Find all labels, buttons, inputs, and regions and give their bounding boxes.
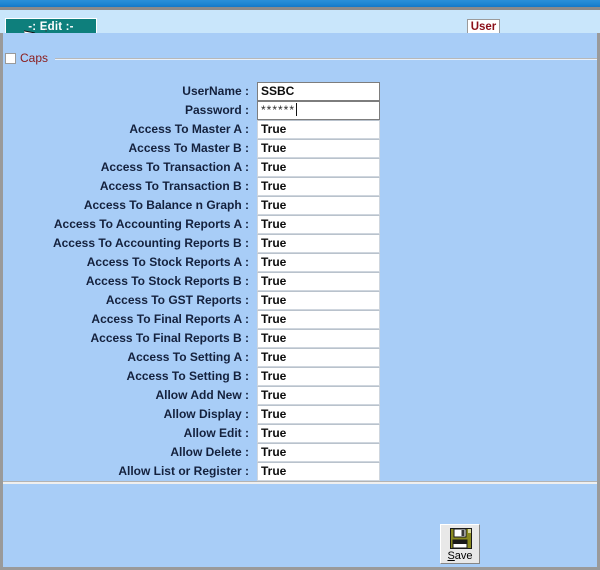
field-label: Access To Transaction B :: [99, 179, 249, 193]
field-value[interactable]: True: [257, 329, 380, 348]
form-row: Allow List or Register : True: [3, 462, 597, 481]
text-caret: [296, 103, 298, 116]
window-titlebar: [0, 0, 600, 7]
caps-group-header: Caps: [3, 49, 597, 71]
form-row: Allow Edit : True: [3, 424, 597, 443]
field-label: Access To Accounting Reports B :: [52, 236, 249, 250]
field-value[interactable]: True: [257, 139, 380, 158]
field-label: Access To Balance n Graph :: [83, 198, 249, 212]
password-field[interactable]: ******: [257, 101, 380, 120]
form-row: UserName : SSBC: [3, 82, 597, 101]
field-value[interactable]: True: [257, 177, 380, 196]
form-row: Password : ******: [3, 101, 597, 120]
group-separator: [55, 58, 597, 60]
field-value[interactable]: True: [257, 367, 380, 386]
tab-strip: -: Edit :- User: [0, 10, 600, 37]
form-row: Allow Add New : True: [3, 386, 597, 405]
form-row: Access To Stock Reports B : True: [3, 272, 597, 291]
save-button-label: Save: [441, 550, 479, 562]
floppy-disk-icon: [450, 528, 472, 549]
save-label-rest: ave: [454, 550, 473, 562]
field-value[interactable]: True: [257, 424, 380, 443]
caps-label: Caps: [20, 51, 49, 65]
form-row: Access To Transaction B : True: [3, 177, 597, 196]
field-label: Access To Transaction A :: [100, 160, 249, 174]
field-value[interactable]: True: [257, 386, 380, 405]
field-value[interactable]: True: [257, 405, 380, 424]
form-row: Access To Setting B : True: [3, 367, 597, 386]
field-value[interactable]: True: [257, 196, 380, 215]
field-value[interactable]: True: [257, 310, 380, 329]
field-label: Password :: [184, 103, 249, 117]
field-label: Access To Accounting Reports A :: [53, 217, 249, 231]
form-row: Access To Accounting Reports B : True: [3, 234, 597, 253]
field-label: Allow Delete :: [170, 445, 249, 459]
form-row: Allow Delete : True: [3, 443, 597, 462]
field-label: Access To Final Reports A :: [91, 312, 249, 326]
field-label: Access To Stock Reports B :: [85, 274, 249, 288]
field-label: Access To Master A :: [129, 122, 249, 136]
field-label: Access To Setting B :: [126, 369, 249, 383]
form-row: Access To Balance n Graph : True: [3, 196, 597, 215]
form-row: Access To Master A : True: [3, 120, 597, 139]
field-value[interactable]: True: [257, 462, 380, 481]
field-value[interactable]: True: [257, 443, 380, 462]
form-row: Access To Final Reports A : True: [3, 310, 597, 329]
form-row: Access To Setting A : True: [3, 348, 597, 367]
form-row: Access To Stock Reports A : True: [3, 253, 597, 272]
field-label: Allow Edit :: [183, 426, 249, 440]
save-button[interactable]: Save: [440, 524, 480, 564]
field-label: Access To Setting A :: [127, 350, 249, 364]
field-label: Allow List or Register :: [118, 464, 249, 478]
field-label: Access To Stock Reports A :: [86, 255, 249, 269]
form-row: Allow Display : True: [3, 405, 597, 424]
field-value[interactable]: True: [257, 253, 380, 272]
field-label: Allow Display :: [163, 407, 249, 421]
username-field[interactable]: SSBC: [257, 82, 380, 101]
field-value[interactable]: True: [257, 291, 380, 310]
field-label: Access To Final Reports B :: [90, 331, 249, 345]
form-row: Access To Transaction A : True: [3, 158, 597, 177]
form-row: Access To Accounting Reports A : True: [3, 215, 597, 234]
field-value[interactable]: True: [257, 272, 380, 291]
field-label: Access To GST Reports :: [105, 293, 249, 307]
form-row: Access To Master B : True: [3, 139, 597, 158]
save-accel-letter: S: [447, 550, 455, 562]
field-value[interactable]: True: [257, 158, 380, 177]
form-row: Access To GST Reports : True: [3, 291, 597, 310]
field-value[interactable]: True: [257, 120, 380, 139]
field-value[interactable]: True: [257, 234, 380, 253]
user-access-edit-window: -: Edit :- User ' Caps UserName :SSBCPas…: [0, 0, 600, 570]
field-value[interactable]: True: [257, 215, 380, 234]
field-label: Allow Add New :: [155, 388, 249, 402]
form-row: Access To Final Reports B : True: [3, 329, 597, 348]
button-panel-divider: [3, 481, 597, 484]
field-label: UserName :: [182, 84, 249, 98]
field-label: Access To Master B :: [128, 141, 250, 155]
caps-checkbox[interactable]: [5, 53, 16, 64]
access-rights-form: UserName : SSBC Password : ****** Access To …: [3, 82, 597, 481]
field-value[interactable]: True: [257, 348, 380, 367]
